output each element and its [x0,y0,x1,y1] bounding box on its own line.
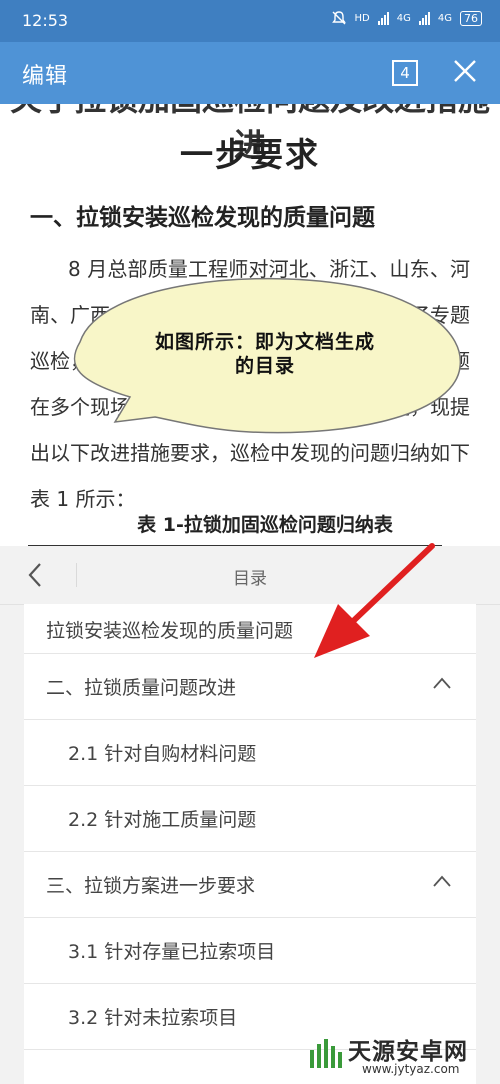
network-label: 4G [396,12,411,24]
toc-item-label: 3.1 针对存量已拉索项目 [68,941,276,963]
tab-count-button[interactable]: 4 [392,60,418,86]
toc-item-label: 二、拉锁质量问题改进 [46,677,237,699]
app-title-bar: 编辑 4 [0,42,500,104]
toc-item-label: 2.1 针对自购材料问题 [68,743,257,765]
chevron-up-icon[interactable] [432,676,452,690]
watermark: 天源安卓网 www.jytyaz.com [306,1032,496,1080]
signal-icon [377,11,389,25]
signal-icon-2 [418,11,430,25]
annotation-arrow-icon [314,543,435,658]
network-label-2: 4G [437,12,452,24]
chevron-up-icon[interactable] [432,874,452,888]
toc-item-label: 三、拉锁方案进一步要求 [46,875,256,897]
notification-muted-icon [331,11,346,25]
toc-item-label: 2.2 针对施工质量问题 [68,809,257,831]
hd-label: HD [354,12,370,24]
section-heading: 一、拉锁安装巡检发现的质量问题 [30,205,375,231]
page-title: 编辑 [22,64,69,89]
table-caption: 表 1-拉锁加固巡检问题归纳表 [137,514,393,536]
toc-list: 拉锁安装巡检发现的质量问题 二、拉锁质量问题改进 2.1 针对自购材料问题 2.… [24,604,476,1084]
toc-item-6[interactable]: 3.1 针对存量已拉索项目 [24,918,476,984]
close-icon[interactable] [450,56,480,86]
toc-item-label: 拉锁安装巡检发现的质量问题 [46,620,294,642]
annotation-line-2: 的目录 [234,355,295,377]
toc-item-3[interactable]: 2.1 针对自购材料问题 [24,720,476,786]
status-time: 12:53 [22,11,69,30]
annotation-line-1: 如图所示：即为文档生成 [154,331,375,353]
toc-item-5[interactable]: 三、拉锁方案进一步要求 [24,852,476,918]
battery-level: 76 [464,11,478,25]
watermark-logo-icon [310,1039,342,1068]
annotation-text: 如图所示：即为文档生成 的目录 [110,330,420,378]
watermark-name: 天源安卓网 [348,1039,468,1065]
document-heading: 一步要求 [180,135,320,174]
toc-item-4[interactable]: 2.2 针对施工质量问题 [24,786,476,852]
battery-icon: 76 [460,10,482,26]
watermark-url: www.jytyaz.com [362,1062,460,1076]
status-bar: 12:53 HD 4G 4G 76 [0,0,500,42]
toc-item-label: 3.2 针对未拉索项目 [68,1007,238,1029]
status-icons: HD 4G 4G 76 [331,10,482,26]
